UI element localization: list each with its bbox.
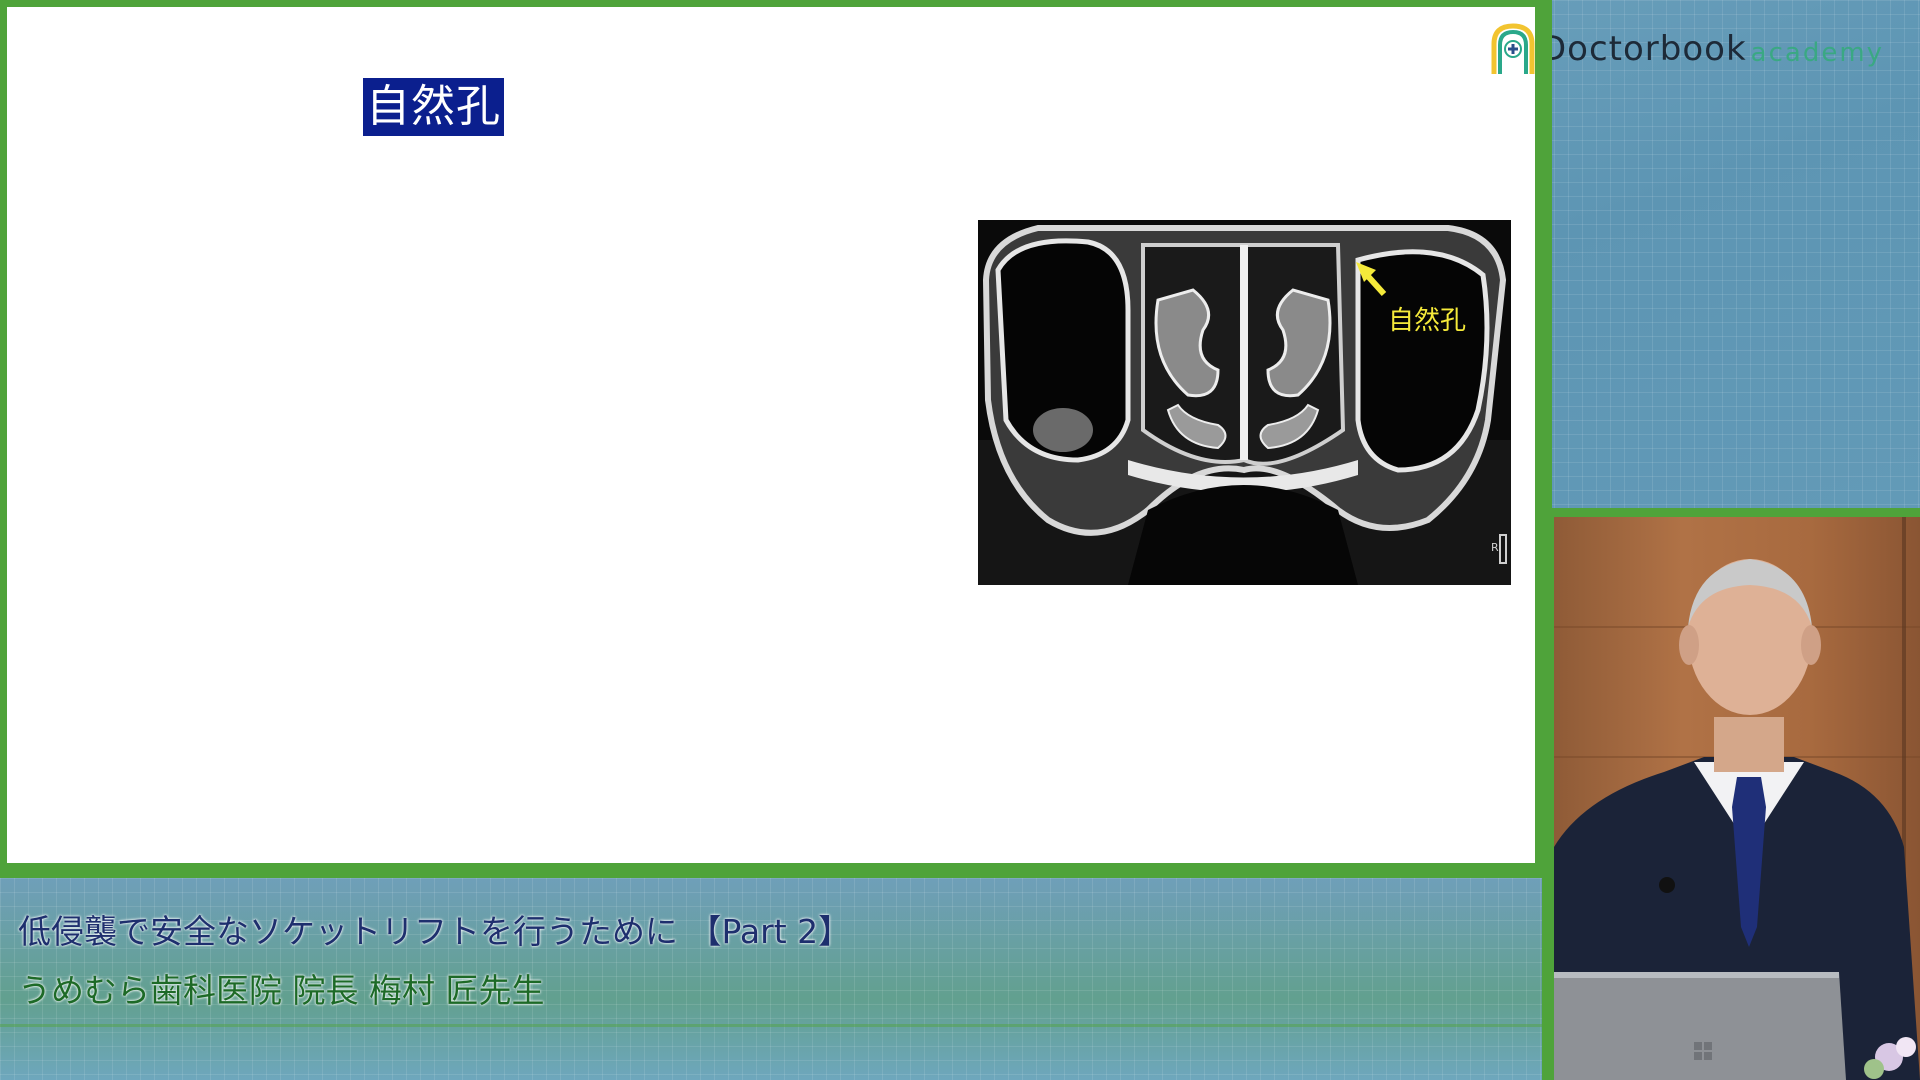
scan-marker-label: R	[1491, 541, 1499, 554]
caption-bar: 低侵襲で安全なソケットリフトを行うために 【Part 2】 うめむら歯科医院 院…	[0, 870, 1542, 1080]
ct-scan-image: R 自然孔	[978, 220, 1511, 585]
slide-panel: 自然孔 R 自然孔	[0, 0, 1542, 870]
ct-annotation-label: 自然孔	[1388, 306, 1467, 336]
speaker-video	[1548, 508, 1920, 1080]
lecture-title: 低侵襲で安全なソケットリフトを行うために 【Part 2】	[18, 912, 852, 951]
logo-mark-icon	[1491, 23, 1535, 74]
logo-brand: Doctorbook	[1540, 29, 1747, 69]
laptop	[1554, 972, 1846, 1080]
slide-title: 自然孔	[363, 78, 504, 136]
presenter-name: うめむら歯科医院 院長 梅村 匠先生	[18, 971, 545, 1010]
logo-sub: academy	[1750, 38, 1885, 68]
caption-divider	[0, 1024, 1542, 1027]
